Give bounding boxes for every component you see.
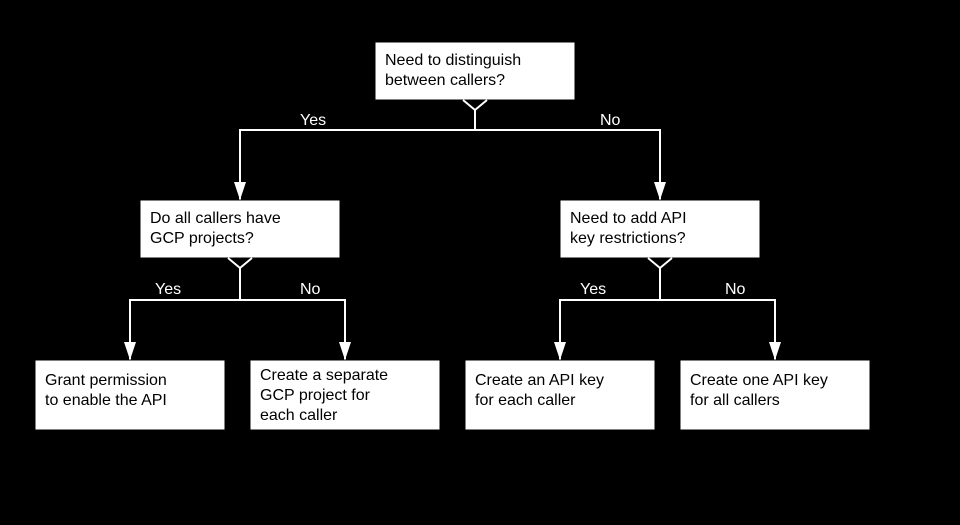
a4-line1: Create one API key <box>690 372 828 389</box>
fork-ornament <box>463 100 487 110</box>
qkey-line1: Need to add API <box>570 210 687 227</box>
fork-ornament-qkey <box>648 258 672 268</box>
a1-line1: Grant permission <box>45 372 167 389</box>
a2-line2: GCP project for <box>260 387 371 404</box>
edge-root-qkey-label: No <box>600 112 621 129</box>
edge-qkey-a3-label: Yes <box>580 281 606 298</box>
edge-root-qgcp <box>240 110 475 200</box>
a3-line2: for each caller <box>475 392 576 409</box>
fork-ornament-qgcp <box>228 258 252 268</box>
qgcp-line2: GCP projects? <box>150 230 254 247</box>
edge-qgcp-a1 <box>130 268 240 360</box>
edge-root-qgcp-label: Yes <box>300 112 326 129</box>
edge-qgcp-a2-label: No <box>300 281 321 298</box>
qgcp-line1: Do all callers have <box>150 210 281 227</box>
node-a2: Create a separate GCP project for each c… <box>250 360 440 430</box>
edge-root-qkey <box>475 110 660 200</box>
a2-line3: each caller <box>260 407 338 424</box>
node-a1: Grant permission to enable the API <box>35 360 225 430</box>
node-q-key: Need to add API key restrictions? <box>560 200 760 258</box>
a3-line1: Create an API key <box>475 372 604 389</box>
node-a4: Create one API key for all callers <box>680 360 870 430</box>
qkey-line2: key restrictions? <box>570 230 686 247</box>
node-root: Need to distinguish between callers? <box>375 42 575 100</box>
root-line1: Need to distinguish <box>385 52 521 69</box>
node-a3: Create an API key for each caller <box>465 360 655 430</box>
a4-line2: for all callers <box>690 392 780 409</box>
a1-line2: to enable the API <box>45 392 167 409</box>
node-q-gcp: Do all callers have GCP projects? <box>140 200 340 258</box>
flowchart: Need to distinguish between callers? Yes… <box>0 0 960 525</box>
edge-qgcp-a1-label: Yes <box>155 281 181 298</box>
edge-qkey-a4 <box>660 268 775 360</box>
edge-qkey-a4-label: No <box>725 281 746 298</box>
edge-qkey-a3 <box>560 268 660 360</box>
a2-line1: Create a separate <box>260 367 388 384</box>
edge-qgcp-a2 <box>240 268 345 360</box>
root-line2: between callers? <box>385 72 505 89</box>
